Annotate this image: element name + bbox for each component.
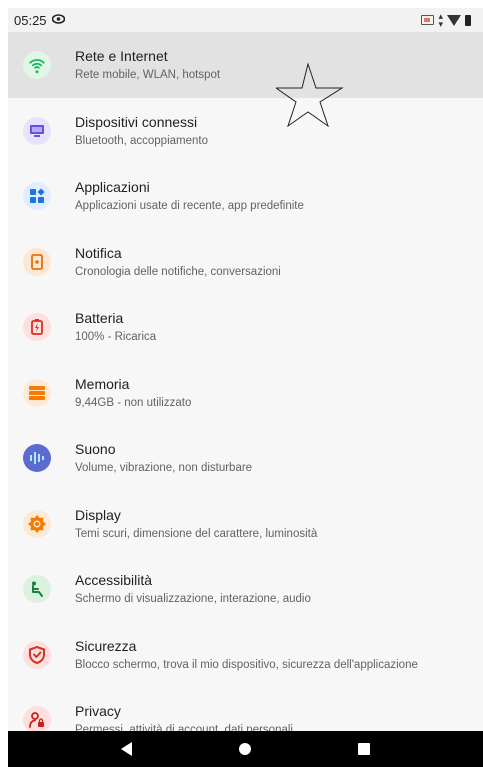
settings-item-storage[interactable]: Memoria 9,44GB - non utilizzato bbox=[8, 360, 483, 426]
settings-item-network[interactable]: Rete e Internet Rete mobile, WLAN, hotsp… bbox=[8, 32, 483, 128]
navigation-bar bbox=[8, 731, 483, 767]
sound-icon bbox=[23, 444, 51, 473]
cast-icon bbox=[421, 15, 435, 25]
settings-item-title: Suono bbox=[75, 441, 116, 458]
settings-item-sound[interactable]: Suono Volume, vibrazione, non disturbare bbox=[8, 426, 483, 492]
settings-item-title: Notifica bbox=[75, 244, 122, 261]
eye-icon bbox=[51, 13, 65, 27]
battery-icon bbox=[23, 313, 51, 342]
settings-item-security[interactable]: Sicurezza Blocco schermo, trova il mio d… bbox=[8, 622, 483, 688]
settings-item-title: Applicazioni bbox=[75, 179, 150, 196]
settings-item-subtitle: Temi scuri, dimensione del carattere, lu… bbox=[75, 527, 318, 540]
settings-item-title: Display bbox=[75, 506, 121, 523]
status-icons: ▴ ▾ bbox=[421, 11, 471, 29]
apps-icon bbox=[23, 182, 51, 211]
settings-item-title: Sicurezza bbox=[75, 637, 137, 654]
settings-item-title: Dispositivi connessi bbox=[75, 113, 198, 130]
phone-screen: 05:25 ▴ ▾ Rete e Internet Rete mobile, WL… bbox=[8, 8, 483, 767]
settings-list: Rete e Internet Rete mobile, WLAN, hotsp… bbox=[8, 32, 483, 753]
recents-icon[interactable] bbox=[357, 743, 370, 755]
settings-item-subtitle: Schermo di visualizzazione, interazione,… bbox=[75, 593, 311, 606]
settings-item-subtitle: 9,44GB - non utilizzato bbox=[75, 396, 192, 409]
devices-icon bbox=[23, 116, 51, 145]
accessibility-icon bbox=[23, 575, 51, 604]
settings-item-subtitle: 100% - Ricarica bbox=[75, 331, 157, 344]
back-icon[interactable] bbox=[121, 742, 133, 756]
settings-item-connected-devices[interactable]: Dispositivi connessi Bluetooth, accoppia… bbox=[8, 98, 483, 164]
settings-item-title: Rete e Internet bbox=[75, 48, 168, 64]
settings-item-display[interactable]: Display Temi scuri, dimensione del carat… bbox=[8, 491, 483, 557]
settings-item-subtitle: Cronologia delle notifiche, conversazion… bbox=[75, 265, 281, 278]
settings-item-title: Memoria bbox=[75, 375, 130, 392]
data-arrows-icon: ▴ ▾ bbox=[438, 11, 443, 29]
status-time: 05:25 bbox=[14, 12, 47, 28]
storage-icon bbox=[23, 378, 51, 407]
settings-item-notifications[interactable]: Notifica Cronologia delle notifiche, con… bbox=[8, 229, 483, 295]
settings-item-accessibility[interactable]: Accessibilità Schermo di visualizzazione… bbox=[8, 557, 483, 623]
settings-item-subtitle: Rete mobile, WLAN, hotspot bbox=[75, 69, 221, 81]
settings-item-subtitle: Blocco schermo, trova il mio dispositivo… bbox=[75, 658, 418, 671]
status-bar: 05:25 ▴ ▾ bbox=[8, 8, 483, 32]
settings-item-subtitle: Volume, vibrazione, non disturbare bbox=[75, 462, 253, 475]
settings-item-title: Accessibilità bbox=[75, 572, 153, 589]
home-icon[interactable] bbox=[238, 743, 251, 755]
settings-item-subtitle: Bluetooth, accoppiamento bbox=[75, 134, 208, 147]
shield-icon bbox=[23, 640, 51, 669]
notification-icon bbox=[23, 247, 51, 276]
settings-item-apps[interactable]: Applicazioni Applicazioni usate di recen… bbox=[8, 164, 483, 230]
display-icon bbox=[23, 509, 51, 538]
settings-item-title: Batteria bbox=[75, 310, 124, 327]
settings-item-subtitle: Applicazioni usate di recente, app prede… bbox=[75, 200, 304, 213]
settings-item-title: Privacy bbox=[75, 703, 121, 720]
wifi-icon bbox=[447, 14, 461, 26]
battery-icon bbox=[465, 14, 471, 26]
settings-item-battery[interactable]: Batteria 100% - Ricarica bbox=[8, 295, 483, 361]
wifi-icon bbox=[23, 51, 51, 79]
